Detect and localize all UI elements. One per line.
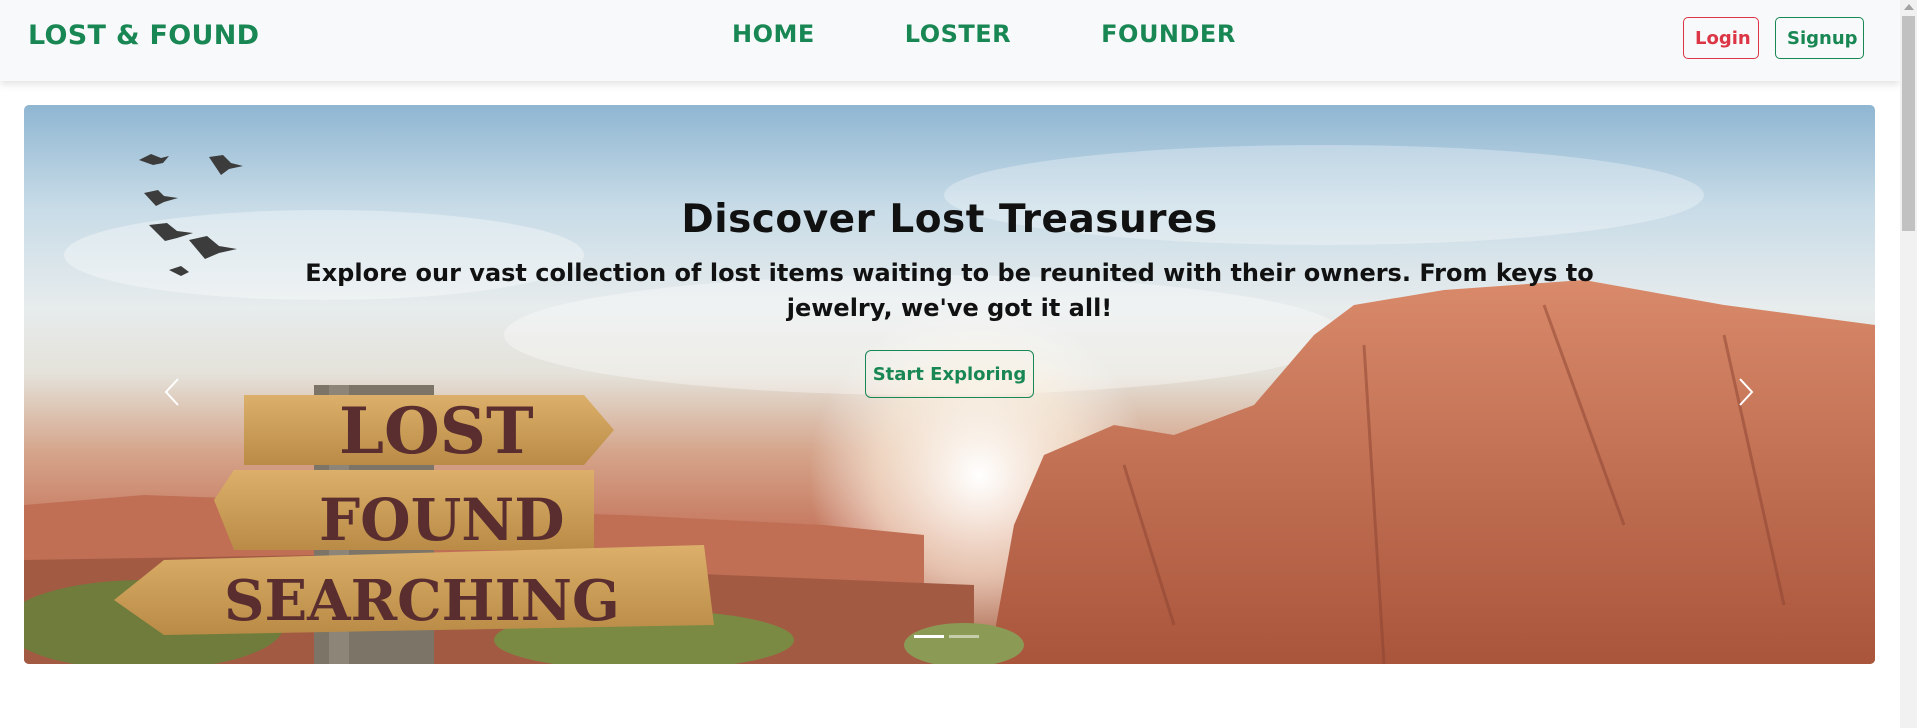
hero-carousel: LOST FOUND SEARCHING Discover Lost Treas… bbox=[24, 105, 1875, 664]
scroll-thumb[interactable] bbox=[1902, 16, 1915, 231]
navbar: LOST & FOUND HOME LOSTER FOUNDER Login S… bbox=[0, 0, 1900, 81]
sign-text-searching: SEARCHING bbox=[224, 568, 620, 634]
login-button[interactable]: Login bbox=[1683, 17, 1759, 59]
signup-button[interactable]: Signup bbox=[1775, 17, 1864, 59]
nav-links: HOME LOSTER FOUNDER bbox=[732, 20, 1326, 48]
carousel-caption: Discover Lost Treasures Explore our vast… bbox=[24, 197, 1875, 398]
sign-text-found: FOUND bbox=[319, 486, 565, 554]
nav-link-home[interactable]: HOME bbox=[732, 20, 815, 48]
brand-logo[interactable]: LOST & FOUND bbox=[28, 20, 259, 51]
carousel-prev-button[interactable] bbox=[152, 367, 192, 417]
carousel-next-button[interactable] bbox=[1726, 367, 1766, 417]
chevron-right-icon bbox=[1739, 378, 1754, 406]
carousel-indicator-2[interactable] bbox=[949, 635, 979, 638]
page-scrollbar[interactable] bbox=[1900, 0, 1917, 728]
chevron-left-icon bbox=[164, 378, 179, 406]
carousel-heading: Discover Lost Treasures bbox=[681, 197, 1218, 242]
scroll-up-arrow-icon[interactable] bbox=[1904, 4, 1914, 10]
start-exploring-button[interactable]: Start Exploring bbox=[865, 350, 1034, 398]
carousel-description: Explore our vast collection of lost item… bbox=[305, 259, 1594, 322]
carousel-indicators bbox=[914, 635, 984, 638]
sign-text-lost: LOST bbox=[339, 394, 534, 469]
nav-link-founder[interactable]: FOUNDER bbox=[1101, 20, 1236, 48]
carousel-indicator-1[interactable] bbox=[914, 635, 944, 638]
nav-link-loster[interactable]: LOSTER bbox=[905, 20, 1011, 48]
